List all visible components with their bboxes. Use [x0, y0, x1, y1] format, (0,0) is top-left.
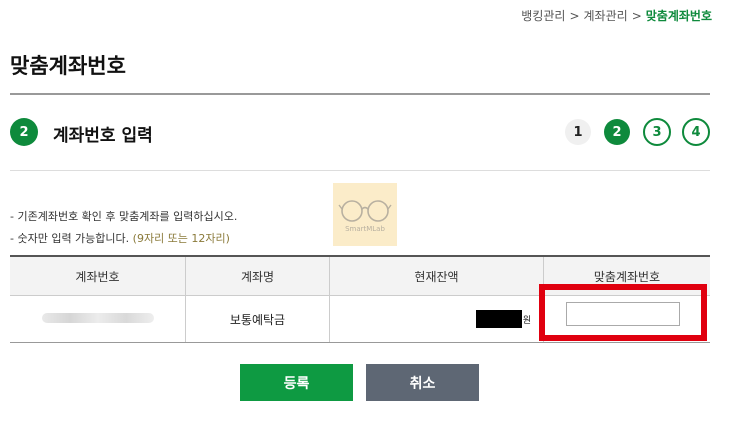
breadcrumb-item-banking[interactable]: 뱅킹관리	[521, 9, 565, 23]
input-format-text: - 숫자만 입력 가능합니다.	[10, 232, 130, 245]
page-title: 맞춤계좌번호	[10, 54, 126, 78]
balance-cell: 원	[329, 295, 544, 343]
cancel-button[interactable]: 취소	[366, 364, 479, 401]
header-balance: 현재잔액	[329, 255, 544, 296]
balance-unit: 원	[522, 315, 531, 326]
header-account-name: 계좌명	[185, 255, 330, 296]
breadcrumb-current: 맞춤계좌번호	[645, 9, 712, 23]
breadcrumb-separator: >	[569, 9, 580, 23]
breadcrumb-separator: >	[631, 9, 642, 23]
step-divider	[10, 170, 710, 171]
current-step-badge: 2	[10, 118, 38, 146]
breadcrumb-item-accounts[interactable]: 계좌관리	[584, 9, 628, 23]
input-format-hint: (9자리 또는 12자리)	[132, 232, 230, 245]
step-indicator-3: 3	[643, 118, 671, 146]
account-name-cell: 보통예탁금	[185, 295, 330, 343]
header-account-number: 계좌번호	[10, 255, 186, 296]
highlight-box	[539, 284, 707, 341]
instruction-note: - 기존계좌번호 확인 후 맞춤계좌를 입력하십시오.	[10, 210, 238, 223]
watermark-logo: SmartMLab	[333, 183, 397, 246]
step-indicator-4: 4	[682, 118, 710, 146]
watermark-text: SmartMLab	[345, 224, 385, 233]
register-button[interactable]: 등록	[240, 364, 353, 401]
breadcrumb: 뱅킹관리 > 계좌관리 > 맞춤계좌번호	[521, 7, 712, 24]
input-format-note: - 숫자만 입력 가능합니다. (9자리 또는 12자리)	[10, 230, 230, 246]
masked-balance	[475, 310, 522, 328]
step-heading: 계좌번호 입력	[53, 126, 153, 146]
title-divider	[10, 93, 710, 95]
account-number-cell	[10, 295, 186, 343]
glasses-icon	[338, 199, 392, 222]
step-indicator-1: 1	[565, 119, 591, 145]
step-indicator-2: 2	[604, 119, 630, 145]
blurred-account-number	[41, 313, 154, 323]
